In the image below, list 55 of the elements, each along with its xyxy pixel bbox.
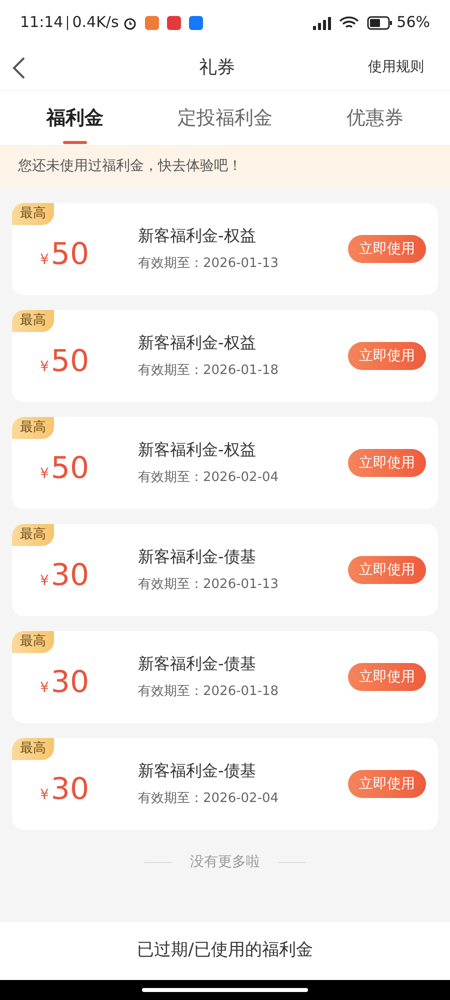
coupon-amount: 50 [50, 346, 90, 376]
coupon-amount: 50 [50, 454, 90, 484]
wifi-icon [338, 16, 359, 30]
use-now-button[interactable]: 立即使用 [348, 556, 426, 584]
notice-text: 您还未使用过福利金，快去体验吧！ [18, 157, 242, 176]
page-title: 礼券 [198, 56, 236, 80]
coupon-amount: 50 [50, 240, 90, 270]
coupon-expiry: 有效期至：2026-02-04 [138, 469, 280, 488]
app-icon [144, 16, 159, 30]
coupon-tag: 最高 [12, 310, 54, 332]
coupon-expiry: 有效期至：2026-01-18 [138, 362, 280, 380]
coupon-expiry: 有效期至：2026-01-18 [138, 683, 280, 702]
tab[interactable]: 优惠券 [300, 91, 450, 145]
end-note: 没有更多啦 [190, 853, 260, 872]
expired-used-link[interactable]: 已过期/已使用的福利金 [137, 938, 313, 964]
coupon-name: 新客福利金-权益 [138, 225, 257, 248]
use-now-button[interactable]: 立即使用 [348, 449, 426, 477]
coupon-name: 新客福利金-权益 [138, 332, 257, 354]
use-now-button[interactable]: 立即使用 [348, 770, 426, 798]
battery-percent: 56% [396, 12, 430, 34]
coupon-tag: 最高 [12, 417, 54, 439]
coupon-tag: 最高 [12, 738, 54, 760]
coupon-name: 新客福利金-债基 [138, 546, 257, 568]
use-now-button[interactable]: 立即使用 [348, 663, 426, 691]
rules-link[interactable]: 使用规则 [368, 57, 438, 78]
currency-symbol: ¥ [40, 678, 49, 698]
status-time: 11:14 [20, 12, 64, 34]
tab[interactable]: 定投福利金 [150, 91, 300, 145]
alarm-icon [122, 16, 137, 30]
signal-icon [310, 16, 331, 30]
coupon-amount: 30 [50, 668, 90, 698]
coupon-name: 新客福利金-权益 [138, 439, 257, 462]
coupon-amount: 30 [50, 560, 90, 590]
currency-symbol: ¥ [40, 250, 49, 270]
back-icon[interactable] [12, 56, 26, 80]
coupon-tag: 最高 [12, 203, 54, 225]
coupon-name: 新客福利金-债基 [138, 760, 257, 782]
currency-symbol: ¥ [40, 786, 49, 804]
currency-symbol: ¥ [40, 358, 49, 376]
coupon-name: 新客福利金-债基 [138, 653, 257, 676]
coupon-amount: 30 [50, 774, 90, 804]
coupon-expiry: 有效期至：2026-02-04 [138, 790, 280, 808]
battery-icon [366, 16, 393, 30]
app-icon [188, 16, 203, 30]
currency-symbol: ¥ [40, 572, 49, 590]
use-now-button[interactable]: 立即使用 [348, 235, 426, 263]
app-icon [166, 16, 181, 30]
coupon-tag: 最高 [12, 524, 54, 546]
coupon-tag: 最高 [12, 631, 54, 653]
coupon-expiry: 有效期至：2026-01-13 [138, 576, 280, 594]
tab[interactable]: 福利金 [0, 91, 150, 145]
use-now-button[interactable]: 立即使用 [348, 342, 426, 370]
currency-symbol: ¥ [40, 464, 49, 484]
network-speed: 0.4K/s [72, 12, 119, 34]
coupon-expiry: 有效期至：2026-01-13 [138, 255, 280, 274]
